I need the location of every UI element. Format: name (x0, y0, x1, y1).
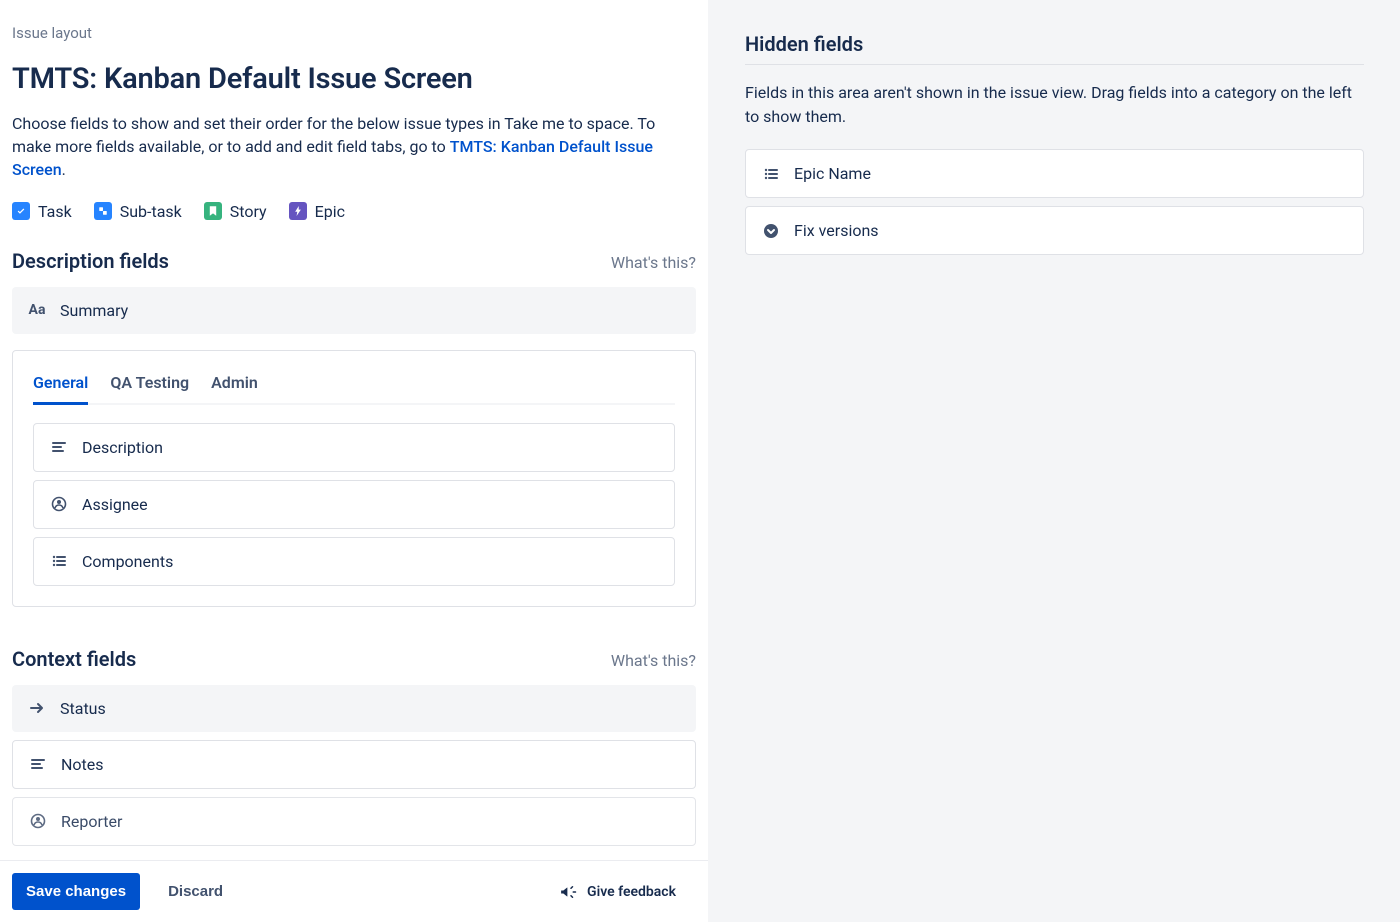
hidden-fields-list: Epic Name Fix versions (745, 149, 1364, 255)
description-fields-heading: Description fields (12, 249, 169, 273)
hidden-field-epic-name[interactable]: Epic Name (745, 149, 1364, 198)
field-label: Description (82, 438, 163, 457)
context-fields-heading: Context fields (12, 647, 136, 671)
issue-type-label: Task (38, 202, 72, 221)
field-label: Reporter (61, 812, 122, 831)
text-icon: Aa (28, 301, 46, 319)
field-assignee[interactable]: Assignee (33, 480, 675, 529)
field-label: Fix versions (794, 221, 879, 240)
issue-type-subtask: Sub-task (94, 202, 182, 221)
field-label: Components (82, 552, 173, 571)
issue-type-epic: Epic (289, 202, 345, 221)
whats-this-context[interactable]: What's this? (611, 651, 696, 670)
task-icon (12, 202, 30, 220)
issue-type-label: Epic (315, 202, 345, 221)
tab-general[interactable]: General (33, 369, 88, 405)
page-title: TMTS: Kanban Default Issue Screen (12, 62, 696, 96)
left-pane: Issue layout TMTS: Kanban Default Issue … (0, 0, 708, 922)
divider (745, 64, 1364, 65)
hidden-fields-pane: Hidden fields Fields in this area aren't… (708, 0, 1400, 922)
field-reporter[interactable]: Reporter (12, 797, 696, 846)
footer-bar: Save changes Discard Give feedback (0, 860, 708, 922)
paragraph-icon (50, 438, 68, 456)
story-icon (204, 202, 222, 220)
left-scroll-area[interactable]: Issue layout TMTS: Kanban Default Issue … (0, 0, 708, 860)
page-description: Choose fields to show and set their orde… (12, 112, 696, 182)
tab-qa-testing[interactable]: QA Testing (110, 369, 189, 405)
subtask-icon (94, 202, 112, 220)
hidden-fields-description: Fields in this area aren't shown in the … (745, 81, 1364, 129)
save-button[interactable]: Save changes (12, 873, 140, 910)
issue-type-label: Story (230, 202, 267, 221)
field-tabs-card: General QA Testing Admin Description Ass… (12, 350, 696, 607)
issue-type-story: Story (204, 202, 267, 221)
field-label: Notes (61, 755, 104, 774)
field-label: Epic Name (794, 164, 871, 183)
issue-types-row: Task Sub-task Story Epic (12, 202, 696, 221)
description-fields-header: Description fields What's this? (12, 249, 696, 273)
arrow-right-icon (28, 699, 46, 717)
field-status[interactable]: Status (12, 685, 696, 732)
list-icon (762, 165, 780, 183)
megaphone-icon (559, 883, 577, 901)
hidden-fields-heading: Hidden fields (745, 32, 1364, 56)
breadcrumb[interactable]: Issue layout (12, 24, 696, 42)
feedback-label: Give feedback (587, 884, 676, 900)
discard-button[interactable]: Discard (160, 873, 231, 910)
issue-type-label: Sub-task (120, 202, 182, 221)
field-label: Status (60, 699, 106, 718)
whats-this-description[interactable]: What's this? (611, 253, 696, 272)
summary-field-pill[interactable]: Aa Summary (12, 287, 696, 334)
hidden-field-fix-versions[interactable]: Fix versions (745, 206, 1364, 255)
field-components[interactable]: Components (33, 537, 675, 586)
field-notes[interactable]: Notes (12, 740, 696, 789)
issue-type-task: Task (12, 202, 72, 221)
context-fields-header: Context fields What's this? (12, 647, 696, 671)
list-icon (50, 552, 68, 570)
paragraph-icon (29, 755, 47, 773)
context-fields-list: Status Notes Reporter (12, 685, 696, 846)
person-icon (29, 812, 47, 830)
field-label: Assignee (82, 495, 148, 514)
field-description[interactable]: Description (33, 423, 675, 472)
tab-fields-list: Description Assignee Components (33, 423, 675, 586)
description-suffix: . (62, 160, 66, 179)
tab-row: General QA Testing Admin (33, 369, 675, 405)
person-icon (50, 495, 68, 513)
field-label: Summary (60, 301, 128, 320)
tab-admin[interactable]: Admin (211, 369, 258, 405)
chevron-down-circle-icon (762, 222, 780, 240)
epic-icon (289, 202, 307, 220)
give-feedback-button[interactable]: Give feedback (549, 875, 686, 909)
